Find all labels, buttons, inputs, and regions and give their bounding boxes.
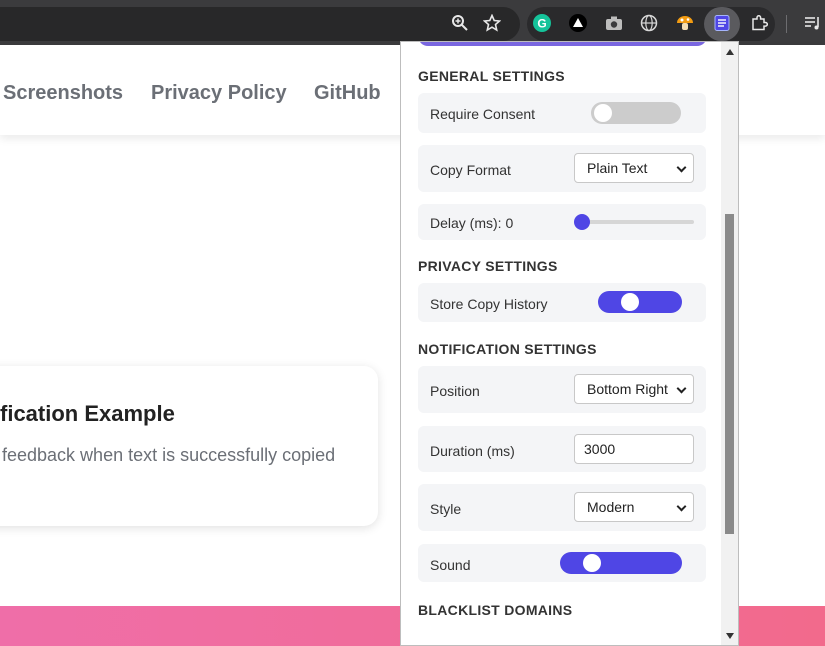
sound-label: Sound [430,557,471,573]
position-select[interactable]: Bottom Right [574,374,694,404]
copy-format-label: Copy Format [430,162,511,178]
privacy-settings-heading: PRIVACY SETTINGS [418,258,558,274]
triangle-icon[interactable] [567,12,589,34]
store-history-label: Store Copy History [430,296,548,312]
star-icon[interactable] [481,12,503,34]
position-row: Position Bottom Right [418,366,706,413]
store-history-toggle[interactable] [598,291,682,313]
copy-format-row: Copy Format Plain Text [418,145,706,192]
extension-popup: GENERAL SETTINGS Require Consent Copy Fo… [400,41,739,646]
address-bar[interactable] [0,7,520,41]
scroll-up-arrow-icon[interactable] [726,49,734,55]
popup-scrollbar[interactable] [721,42,738,645]
position-label: Position [430,383,480,399]
mushroom-icon[interactable] [674,12,696,34]
style-select[interactable]: Modern [574,492,694,522]
nav-link-screenshots[interactable]: Screenshots [3,82,123,105]
popup-top-button[interactable] [418,42,707,46]
card-description: feedback when text is successfully copie… [2,445,336,465]
scroll-thumb[interactable] [725,214,734,534]
chevron-down-icon [676,501,687,512]
zoom-icon[interactable] [449,12,471,34]
delay-slider-thumb[interactable] [574,214,590,230]
general-settings-heading: GENERAL SETTINGS [418,68,565,84]
toggle-knob [583,554,601,572]
style-row: Style Modern [418,484,706,531]
chevron-down-icon [676,383,687,394]
require-consent-label: Require Consent [430,106,536,122]
style-label: Style [430,501,462,517]
toggle-knob [621,293,639,311]
require-consent-toggle[interactable] [591,102,681,124]
copy-extension-icon[interactable] [711,12,733,34]
globe-icon[interactable] [638,12,660,34]
delay-label: Delay (ms): 0 [430,215,514,231]
copy-format-value: Plain Text [587,160,648,176]
style-value: Modern [587,499,635,515]
nav-link-github[interactable]: GitHub [314,82,381,105]
grammarly-icon[interactable]: G [531,12,553,34]
position-value: Bottom Right [587,381,668,397]
copy-format-select[interactable]: Plain Text [574,153,694,183]
duration-row: Duration (ms) 3000 [418,426,706,472]
delay-slider-track[interactable] [582,220,694,224]
camera-icon[interactable] [603,12,625,34]
chevron-down-icon [676,162,687,173]
sound-toggle[interactable] [560,552,682,574]
notification-settings-heading: NOTIFICATION SETTINGS [418,341,597,357]
require-consent-row: Require Consent [418,93,706,133]
sound-row: Sound [418,544,706,582]
delay-row: Delay (ms): 0 [418,204,706,240]
blacklist-domains-heading: BLACKLIST DOMAINS [418,602,573,618]
toolbar-divider [786,15,787,33]
toggle-knob [594,104,612,122]
media-icon[interactable] [802,12,824,34]
nav-link-privacy-policy[interactable]: Privacy Policy [151,82,287,105]
duration-input[interactable]: 3000 [574,434,694,464]
card-title: fication Example [0,401,175,426]
duration-label: Duration (ms) [430,443,515,459]
scroll-down-arrow-icon[interactable] [726,633,734,639]
puzzle-icon[interactable] [748,12,770,34]
store-history-row: Store Copy History [418,283,706,322]
svg-text:G: G [537,17,546,31]
